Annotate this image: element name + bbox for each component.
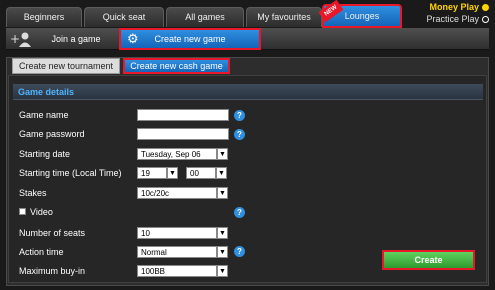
create-new-game-tab[interactable]: ⚙ Create new game (119, 28, 261, 50)
maximum-buy-in-label: Maximum buy-in (19, 266, 86, 276)
action-time-select[interactable]: Normal (137, 246, 217, 258)
starting-date-select[interactable]: Tuesday, Sep 06 (137, 148, 217, 160)
svg-text:+: + (10, 32, 20, 46)
help-icon[interactable]: ? (234, 129, 245, 140)
stakes-select[interactable]: 10c/20c (137, 187, 217, 199)
create-tournament-label: Create new tournament (18, 61, 114, 71)
starting-date-label: Starting date (19, 149, 71, 159)
tab-label: All games (185, 12, 225, 22)
create-button[interactable]: Create (382, 250, 475, 270)
tab-label: Beginners (23, 12, 65, 22)
money-play-link[interactable]: Money Play (429, 2, 489, 12)
action-time-label: Action time (19, 247, 64, 257)
chevron-down-icon[interactable]: ▼ (217, 148, 228, 160)
add-user-icon: + (10, 31, 31, 47)
tab-all-games[interactable]: All games (166, 7, 244, 27)
radio-unselected-icon (482, 16, 489, 24)
video-checkbox[interactable] (19, 208, 26, 215)
video-label: Video (30, 207, 53, 217)
chevron-down-icon[interactable]: ▼ (217, 246, 228, 258)
game-name-input[interactable] (137, 109, 229, 121)
tab-label: My favourites (257, 12, 311, 22)
number-of-seats-select[interactable]: 10 (137, 227, 217, 239)
stakes-label: Stakes (19, 188, 47, 198)
chevron-down-icon[interactable]: ▼ (217, 227, 228, 239)
practice-play-link[interactable]: Practice Play (426, 14, 489, 24)
tab-beginners[interactable]: Beginners (6, 7, 82, 27)
create-tournament-tab[interactable]: Create new tournament (12, 58, 120, 74)
game-password-input[interactable] (137, 128, 229, 140)
tab-label: Quick seat (102, 12, 146, 22)
chevron-down-icon[interactable]: ▼ (217, 265, 228, 277)
tab-label: Lounges (344, 11, 380, 21)
start-hour-select[interactable]: 19 (137, 167, 167, 179)
practice-play-label: Practice Play (426, 14, 479, 24)
chevron-down-icon[interactable]: ▼ (167, 167, 178, 179)
number-of-seats-label: Number of seats (19, 228, 86, 238)
start-minute-select[interactable]: 00 (186, 167, 216, 179)
create-cash-game-tab[interactable]: Create new cash game (123, 58, 230, 74)
help-icon[interactable]: ? (234, 246, 245, 257)
tab-my-favourites[interactable]: My favourites (246, 7, 322, 27)
game-name-label: Game name (19, 110, 69, 120)
money-play-label: Money Play (429, 2, 479, 12)
maximum-buy-in-select[interactable]: 100BB (137, 265, 217, 277)
create-cash-game-label: Create new cash game (130, 61, 223, 71)
radio-selected-icon (482, 4, 489, 12)
chevron-down-icon[interactable]: ▼ (216, 167, 227, 179)
create-new-game-label: Create new game (154, 34, 226, 44)
help-icon[interactable]: ? (234, 110, 245, 121)
game-password-label: Game password (19, 129, 85, 139)
starting-time-label: Starting time (Local Time) (19, 168, 122, 178)
section-title: Game details (13, 84, 483, 100)
tab-quick-seat[interactable]: Quick seat (84, 7, 164, 27)
help-icon[interactable]: ? (234, 207, 245, 218)
join-game-tab[interactable]: Join a game (36, 28, 116, 50)
gear-icon: ⚙ (127, 31, 139, 46)
join-game-label: Join a game (51, 34, 101, 44)
chevron-down-icon[interactable]: ▼ (217, 187, 228, 199)
